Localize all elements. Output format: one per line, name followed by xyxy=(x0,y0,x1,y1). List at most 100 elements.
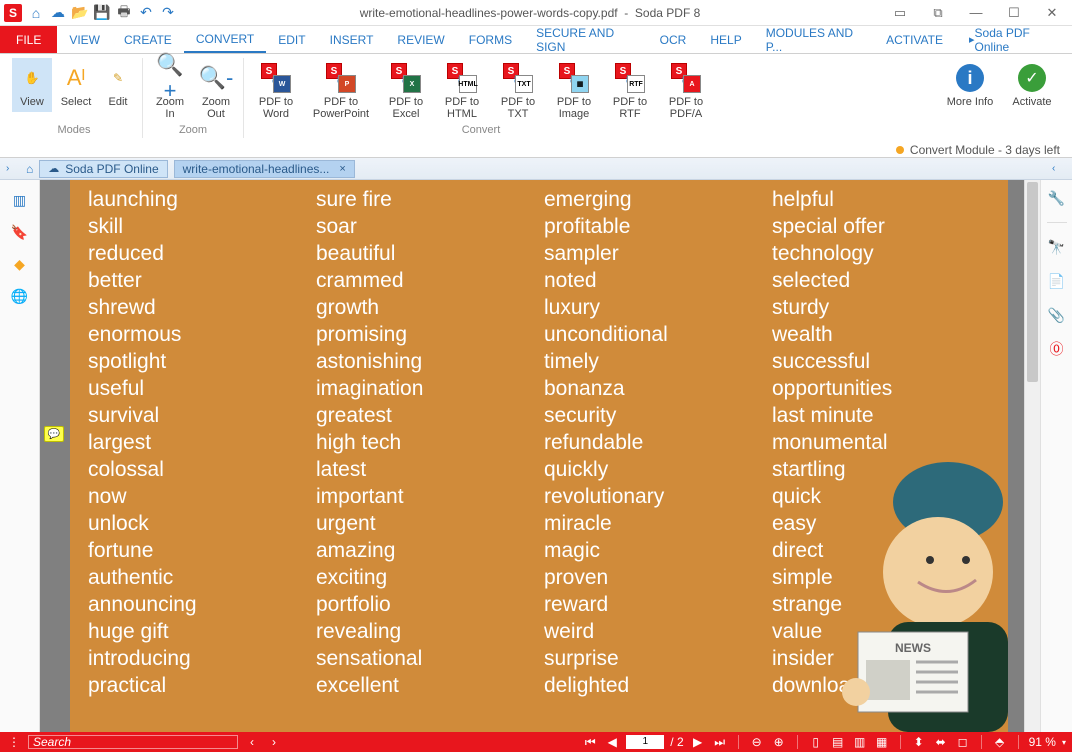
view-button[interactable]: ✋View xyxy=(12,58,52,112)
home-icon[interactable]: ⌂ xyxy=(28,5,44,21)
word-cell: shrewd xyxy=(88,294,306,321)
pdf-to-excel-button[interactable]: S↻XPDF to Excel xyxy=(380,58,432,124)
word-cell: growth xyxy=(316,294,534,321)
tab-create[interactable]: CREATE xyxy=(112,26,184,53)
view-single-icon[interactable]: ▯ xyxy=(808,734,824,750)
pages-panel-icon[interactable]: ▥ xyxy=(10,190,30,210)
edit-button[interactable]: ✎Edit xyxy=(100,58,136,112)
word-cell: urgent xyxy=(316,510,534,537)
3d-view-icon[interactable]: ⬘ xyxy=(992,734,1008,750)
pdf-to-image-button[interactable]: S↻▦PDF to Image xyxy=(548,58,600,124)
actual-size-icon[interactable]: ◻ xyxy=(955,734,971,750)
search-input[interactable]: Search xyxy=(28,735,238,749)
notes-icon[interactable]: 📄 xyxy=(1047,271,1067,291)
minimize-icon[interactable]: — xyxy=(966,6,986,20)
open-icon[interactable]: 📂 xyxy=(72,5,88,21)
zoom-dropdown-icon[interactable]: ▾ xyxy=(1062,738,1066,747)
app-icon: S xyxy=(4,4,22,22)
attachments-panel-icon[interactable]: 🌐 xyxy=(10,286,30,306)
tab-ocr[interactable]: OCR xyxy=(648,26,699,53)
zoom-level[interactable]: 91 % xyxy=(1029,735,1056,749)
help-icon[interactable]: ⧉ xyxy=(928,6,948,20)
tab-scroll-right-icon[interactable]: › xyxy=(6,163,20,174)
tab-scroll-left-icon[interactable]: ‹ xyxy=(1052,163,1066,174)
word-cell: magic xyxy=(544,537,762,564)
word-cell: wealth xyxy=(772,321,990,348)
fit-page-icon[interactable]: ⬍ xyxy=(911,734,927,750)
zoom-out-icon[interactable]: ⊖ xyxy=(749,734,765,750)
word-cell: weird xyxy=(544,618,762,645)
tab-file[interactable]: FILE xyxy=(0,26,57,53)
fit-width-icon[interactable]: ⬌ xyxy=(933,734,949,750)
page-number-input[interactable]: 1 xyxy=(626,735,664,749)
zoom-out-button[interactable]: 🔍-Zoom Out xyxy=(195,58,237,124)
cloud-icon[interactable]: ☁ xyxy=(50,5,66,21)
tab-forms[interactable]: FORMS xyxy=(457,26,524,53)
last-page-icon[interactable]: ⏭ xyxy=(712,734,728,750)
word-cell: portfolio xyxy=(316,591,534,618)
zoom-in-button[interactable]: 🔍+Zoom In xyxy=(149,58,191,124)
tab-view[interactable]: VIEW xyxy=(57,26,112,53)
maximize-icon[interactable]: ☐ xyxy=(1004,6,1024,20)
search-prev-icon[interactable]: ‹ xyxy=(244,734,260,750)
quick-access-toolbar: S ⌂ ☁ 📂 💾 🖶 ↶ ↷ write-emotional-headline… xyxy=(0,0,1072,26)
pdf-to-html-button[interactable]: S↻HTMLPDF to HTML xyxy=(436,58,488,124)
activate-button[interactable]: ✓ Activate xyxy=(1004,58,1060,112)
word-cell: enormous xyxy=(88,321,306,348)
more-info-button[interactable]: i More Info xyxy=(940,58,1000,112)
word-cell: sampler xyxy=(544,240,762,267)
close-icon[interactable]: ✕ xyxy=(1042,6,1062,20)
pdf-to-word-button[interactable]: S↻WPDF to Word xyxy=(250,58,302,124)
redo-icon[interactable]: ↷ xyxy=(160,5,176,21)
doctab-online[interactable]: ☁ Soda PDF Online xyxy=(39,160,167,178)
word-cell: important xyxy=(316,483,534,510)
next-page-icon[interactable]: ▶ xyxy=(690,734,706,750)
tab-secure[interactable]: SECURE AND SIGN xyxy=(524,26,648,53)
tab-activate[interactable]: ACTIVATE xyxy=(874,26,955,53)
word-cell: emerging xyxy=(544,186,762,213)
pdf-to-ppt-button[interactable]: S↻PPDF to PowerPoint xyxy=(306,58,376,124)
group-modes-label: Modes xyxy=(57,124,90,138)
document-area[interactable]: 💬 launchingsure fireemerginghelpfulskill… xyxy=(40,180,1024,732)
comment-icon[interactable]: 💬 xyxy=(44,426,64,442)
soda-pdf-online-link[interactable]: ▸ Soda PDF Online xyxy=(955,26,1072,53)
undo-icon[interactable]: ↶ xyxy=(138,5,154,21)
word-cell: astonishing xyxy=(316,348,534,375)
search-tool-icon[interactable]: 🔭 xyxy=(1047,237,1067,257)
tab-modules[interactable]: MODULES AND P... xyxy=(754,26,874,53)
tab-edit[interactable]: EDIT xyxy=(266,26,317,53)
first-page-icon[interactable]: ⏮ xyxy=(582,734,598,750)
close-tab-icon[interactable]: × xyxy=(339,163,345,175)
tab-convert[interactable]: CONVERT xyxy=(184,26,266,53)
word-cell: profitable xyxy=(544,213,762,240)
tab-insert[interactable]: INSERT xyxy=(318,26,386,53)
word-cell: security xyxy=(544,402,762,429)
svg-text:NEWS: NEWS xyxy=(895,641,931,655)
bookmarks-panel-icon[interactable]: 🔖 xyxy=(10,222,30,242)
pdf-to-rtf-button[interactable]: S↻RTFPDF to RTF xyxy=(604,58,656,124)
layers-panel-icon[interactable]: ◆ xyxy=(10,254,30,274)
view-cont-facing-icon[interactable]: ▦ xyxy=(874,734,890,750)
doctab-current[interactable]: write-emotional-headlines...× xyxy=(174,160,355,178)
view-facing-icon[interactable]: ▥ xyxy=(852,734,868,750)
vertical-scrollbar[interactable] xyxy=(1024,180,1040,732)
select-button[interactable]: AᴵSelect xyxy=(56,58,96,112)
pdf-to-pdfa-button[interactable]: S↻APDF to PDF/A xyxy=(660,58,712,124)
pdf-to-txt-button[interactable]: S↻TXTPDF to TXT xyxy=(492,58,544,124)
save-icon[interactable]: 💾 xyxy=(94,5,110,21)
tools-icon[interactable]: 🔧 xyxy=(1047,188,1067,208)
stamp-icon[interactable]: ⓪ xyxy=(1047,339,1067,359)
home-tab-icon[interactable]: ⌂ xyxy=(26,162,33,176)
tab-review[interactable]: REVIEW xyxy=(385,26,456,53)
prev-page-icon[interactable]: ◀ xyxy=(604,734,620,750)
word-cell: last minute xyxy=(772,402,990,429)
collapse-ribbon-icon[interactable]: ▭ xyxy=(890,6,910,20)
zoom-in-icon[interactable]: ⊕ xyxy=(771,734,787,750)
view-continuous-icon[interactable]: ▤ xyxy=(830,734,846,750)
search-next-icon[interactable]: › xyxy=(266,734,282,750)
status-menu-icon[interactable]: ⋮ xyxy=(6,734,22,750)
print-icon[interactable]: 🖶 xyxy=(116,5,132,21)
tab-help[interactable]: HELP xyxy=(698,26,753,53)
word-cell: survival xyxy=(88,402,306,429)
clip-icon[interactable]: 📎 xyxy=(1047,305,1067,325)
